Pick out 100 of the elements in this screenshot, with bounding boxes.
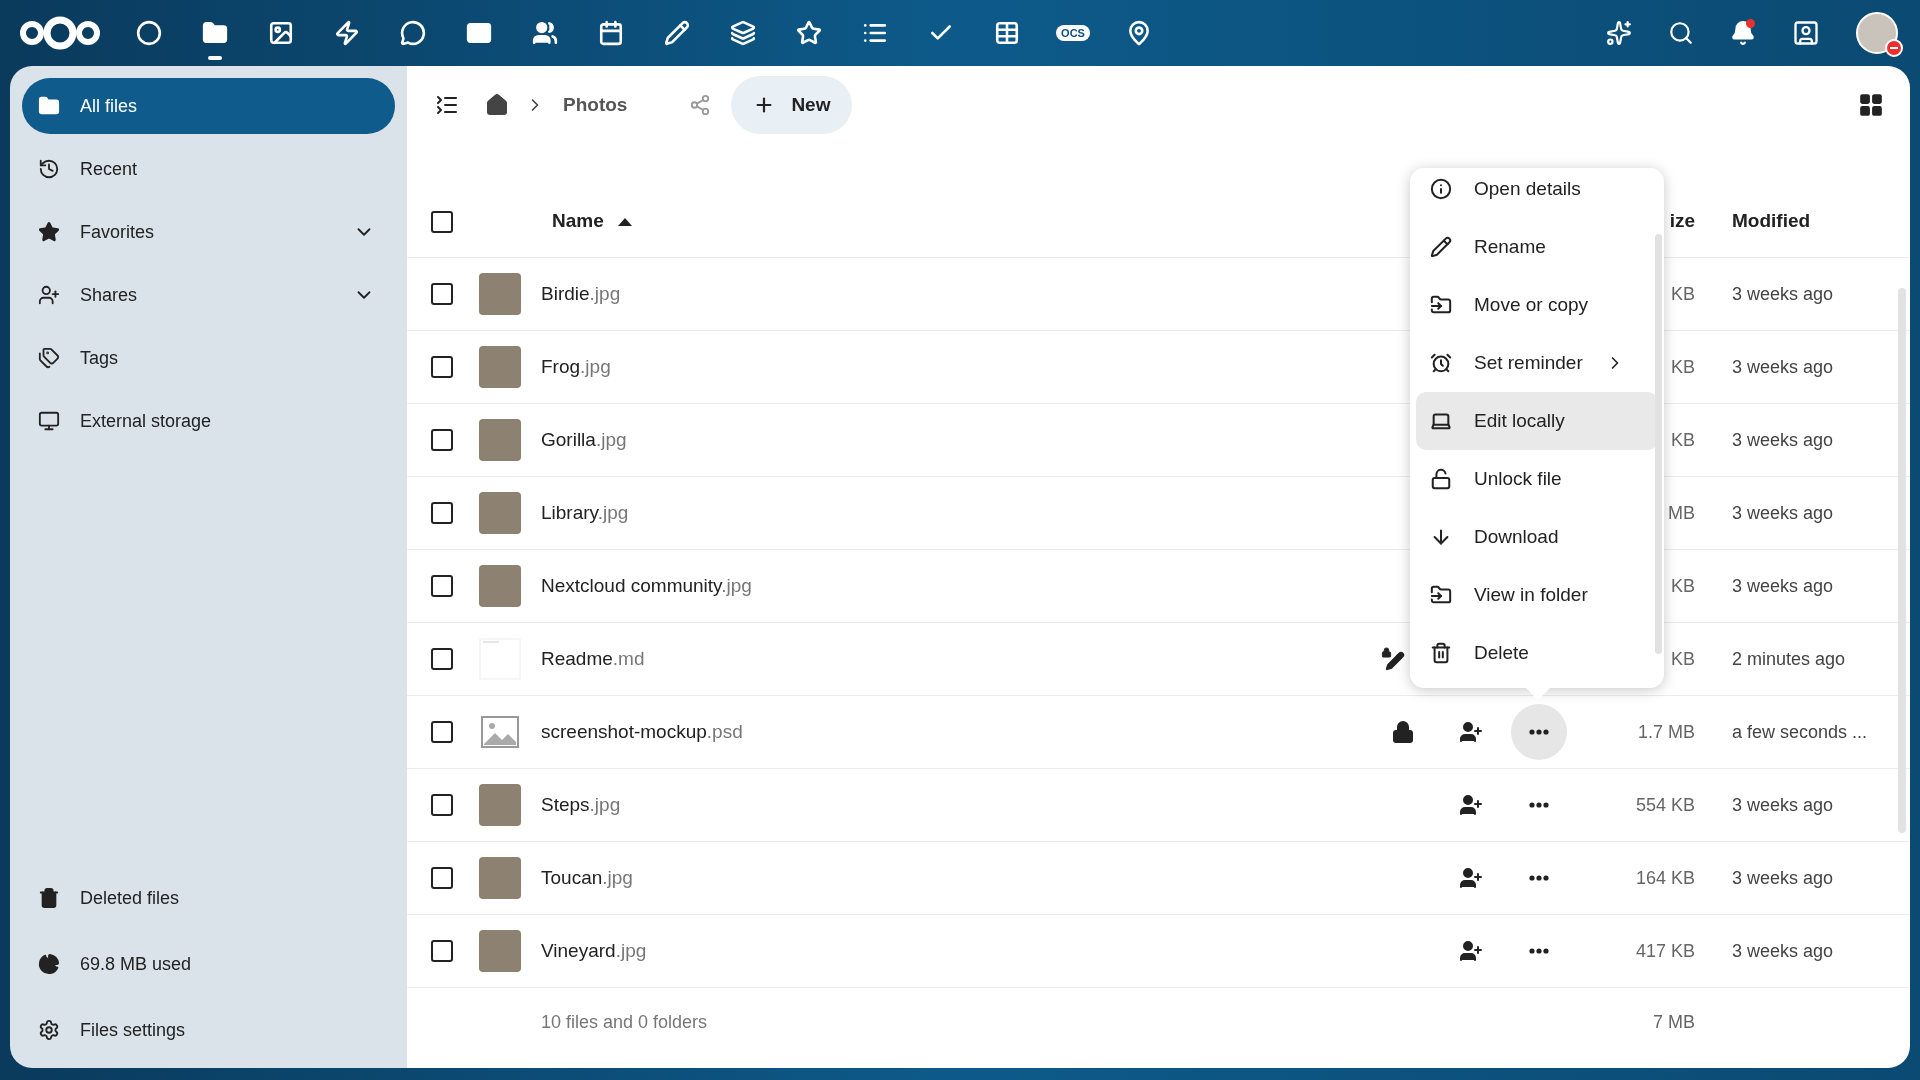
file-name[interactable]: Birdie.jpg <box>541 282 621 304</box>
file-name[interactable]: Nextcloud community.jpg <box>541 574 752 596</box>
calendar-icon <box>598 20 624 46</box>
file-name[interactable]: Toucan.jpg <box>541 866 633 888</box>
photo-placeholder <box>479 930 521 972</box>
menu-item[interactable]: Edit locally <box>1416 392 1658 450</box>
file-name[interactable]: Gorilla.jpg <box>541 428 627 450</box>
file-name[interactable]: Steps.jpg <box>541 793 621 815</box>
user-avatar[interactable] <box>1856 12 1898 54</box>
file-name[interactable]: Library.jpg <box>541 501 629 523</box>
file-row[interactable]: Toucan.jpg 164 KB 3 weeks ago <box>407 842 1910 915</box>
row-checkbox[interactable] <box>431 721 453 743</box>
folder-arrow-icon <box>1430 294 1452 316</box>
table-icon <box>994 20 1020 46</box>
ellipsis-icon <box>1529 875 1549 881</box>
new-button[interactable]: New <box>731 76 853 134</box>
nav-label: Shares <box>80 283 139 307</box>
more-actions-button[interactable] <box>1511 704 1567 760</box>
row-checkbox[interactable] <box>431 356 453 378</box>
pie-chart-icon <box>38 953 60 975</box>
sidebar-footer-item[interactable]: Deleted files <box>22 870 395 926</box>
chat-bubble-icon <box>400 20 426 46</box>
sparkles-icon[interactable] <box>1606 20 1632 46</box>
ocs-icon: OCS <box>1056 25 1090 41</box>
row-checkbox[interactable] <box>431 648 453 670</box>
pencil-icon <box>664 20 690 46</box>
app-button[interactable]: OCS <box>1040 0 1106 66</box>
contacts-icon[interactable] <box>1792 19 1820 47</box>
file-size: 164 KB <box>1635 867 1695 888</box>
stack-icon <box>730 20 756 46</box>
logo-icon[interactable] <box>18 15 102 51</box>
notifications-icon[interactable] <box>1730 20 1756 46</box>
footer-label: 69.8 MB used <box>80 952 192 976</box>
modified-time: 3 weeks ago <box>1732 940 1834 961</box>
nav-label: Recent <box>80 157 139 181</box>
share-person-icon[interactable] <box>1459 793 1483 817</box>
column-header[interactable]: Name <box>541 207 604 236</box>
row-checkbox[interactable] <box>431 502 453 524</box>
photo-placeholder <box>479 346 521 388</box>
search-icon[interactable] <box>1668 20 1694 46</box>
circle-icon <box>136 20 162 46</box>
share-person-icon[interactable] <box>1459 720 1483 744</box>
file-name[interactable]: Readme.md <box>541 647 645 669</box>
share-icon[interactable] <box>689 94 712 116</box>
star-icon <box>796 20 822 46</box>
nav-item[interactable]: Recent <box>22 141 395 197</box>
nav-item[interactable]: All files <box>22 78 395 134</box>
home-icon[interactable] <box>485 93 509 117</box>
column-header[interactable]: ize <box>1669 210 1695 232</box>
share-person-icon[interactable] <box>1459 866 1483 890</box>
file-name[interactable]: Vineyard.jpg <box>541 939 647 961</box>
column-header[interactable]: Modified <box>1732 210 1811 232</box>
tags-icon <box>38 347 60 369</box>
row-checkbox[interactable] <box>431 575 453 597</box>
row-checkbox[interactable] <box>431 283 453 305</box>
menu-label: Open details <box>1474 176 1581 201</box>
share-person-icon[interactable] <box>1459 939 1483 963</box>
row-checkbox[interactable] <box>431 940 453 962</box>
file-size: 1.7 MB <box>1637 721 1695 742</box>
open-lock-icon <box>1430 468 1452 490</box>
sidebar-footer-item[interactable]: 69.8 MB used <box>22 936 395 992</box>
row-checkbox[interactable] <box>431 429 453 451</box>
map-pin-icon <box>1126 20 1152 46</box>
nav-label: All files <box>80 94 138 118</box>
trash-icon <box>38 887 60 909</box>
footer-label: Files settings <box>80 1018 186 1042</box>
modified-time: 3 weeks ago <box>1732 356 1834 377</box>
sidebar-toggle-icon[interactable] <box>435 93 459 117</box>
breadcrumb-link[interactable]: Photos <box>563 90 628 120</box>
file-row[interactable]: screenshot-mockup.psd 1.7 MB a few seconds ... <box>407 696 1910 769</box>
pencil-icon <box>1430 236 1452 258</box>
modified-time: 3 weeks ago <box>1732 794 1834 815</box>
alarm-clock-icon <box>1430 352 1452 374</box>
sidebar-footer-item[interactable]: Files settings <box>22 1002 395 1058</box>
photo-placeholder <box>479 784 521 826</box>
menu-label: Edit locally <box>1474 408 1565 433</box>
file-size: KB <box>1671 575 1695 596</box>
add-person-icon <box>38 284 60 306</box>
nav-item[interactable]: External storage <box>22 393 395 449</box>
select-all-checkbox[interactable] <box>431 210 453 233</box>
nav-label: External storage <box>80 409 213 433</box>
file-name[interactable]: screenshot-mockup.psd <box>541 720 743 742</box>
grid-view-icon[interactable] <box>1858 92 1884 118</box>
file-row[interactable]: Steps.jpg 554 KB 3 weeks ago <box>407 769 1910 842</box>
row-checkbox[interactable] <box>431 867 453 889</box>
row-checkbox[interactable] <box>431 794 453 816</box>
info-icon <box>1430 178 1452 200</box>
folder-icon <box>38 95 60 117</box>
file-size: KB <box>1671 356 1695 377</box>
ellipsis-icon <box>1529 948 1549 954</box>
file-row[interactable]: Vineyard.jpg 417 KB 3 weeks ago <box>407 915 1910 988</box>
menu-label: Rename <box>1474 234 1546 259</box>
modified-time: a few seconds ... <box>1732 721 1868 742</box>
lightning-icon <box>334 20 360 46</box>
file-name[interactable]: Frog.jpg <box>541 355 611 377</box>
nav-item[interactable]: Favorites <box>22 204 395 260</box>
nav-item[interactable]: Shares <box>22 267 395 323</box>
menu-label: Download <box>1474 524 1559 549</box>
sort-up-icon[interactable] <box>617 217 632 226</box>
nav-item[interactable]: Tags <box>22 330 395 386</box>
